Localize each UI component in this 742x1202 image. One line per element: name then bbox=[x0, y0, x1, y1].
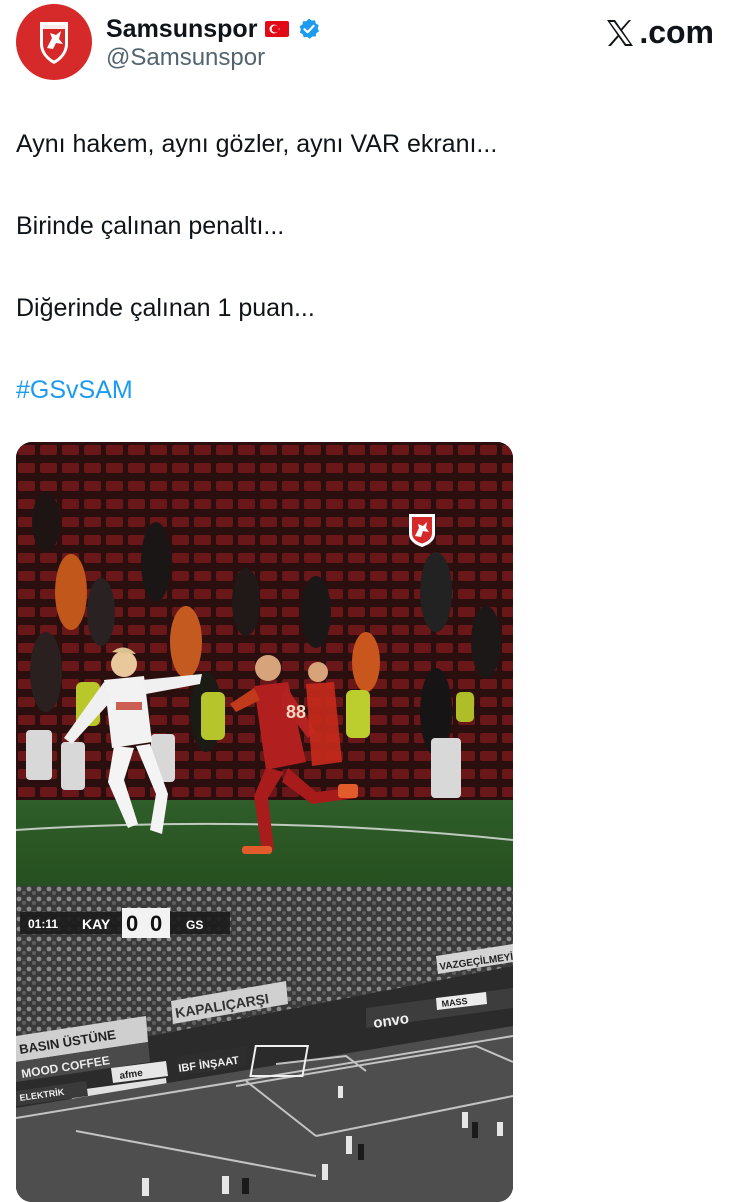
scoreboard-home-team: KAY bbox=[82, 916, 111, 932]
scoreboard-away-team: GS bbox=[186, 918, 203, 932]
scoreboard-away-score: 0 bbox=[150, 911, 162, 936]
scoreboard: 01:11 KAY 0 0 GS bbox=[20, 908, 230, 938]
tweet-line-2: Birinde çalınan penaltı... bbox=[16, 212, 285, 240]
x-com-brand: .com bbox=[605, 14, 714, 51]
tweet-line-3: Diğerinde çalınan 1 puan... bbox=[16, 294, 315, 322]
samsunspor-watermark-icon bbox=[409, 514, 435, 547]
author-handle[interactable]: @Samsunspor bbox=[106, 44, 265, 72]
turkey-flag-icon bbox=[265, 21, 290, 37]
author-display-name[interactable]: Samsunspor bbox=[106, 15, 257, 44]
scoreboard-home-score: 0 bbox=[126, 911, 138, 936]
x-logo-icon bbox=[607, 19, 634, 46]
tweet-text: Aynı hakem, aynı gözler, aynı VAR ekranı… bbox=[16, 126, 716, 454]
author-avatar[interactable] bbox=[16, 4, 92, 80]
penalty-photo: 88 bbox=[16, 442, 513, 886]
scoreboard-time: 01:11 bbox=[28, 917, 58, 931]
brand-domain-label: .com bbox=[639, 14, 714, 50]
hashtag-link[interactable]: #GSvSAM bbox=[16, 372, 716, 408]
verified-badge-icon[interactable] bbox=[297, 17, 321, 41]
broadcast-still: KAPALIÇARŞI BASIN ÜSTÜNE MOOD COFFEE onv… bbox=[16, 886, 513, 1202]
tweet-line-1: Aynı hakem, aynı gözler, aynı VAR ekranı… bbox=[16, 130, 498, 158]
player-number: 88 bbox=[286, 702, 306, 722]
author-name-row: Samsunspor bbox=[106, 12, 321, 46]
tweet-media[interactable]: 88 KAPALIÇARŞI BASIN ÜSTÜNE MOOD COFFEE bbox=[16, 442, 513, 1202]
samsunspor-crest-icon bbox=[40, 22, 68, 64]
